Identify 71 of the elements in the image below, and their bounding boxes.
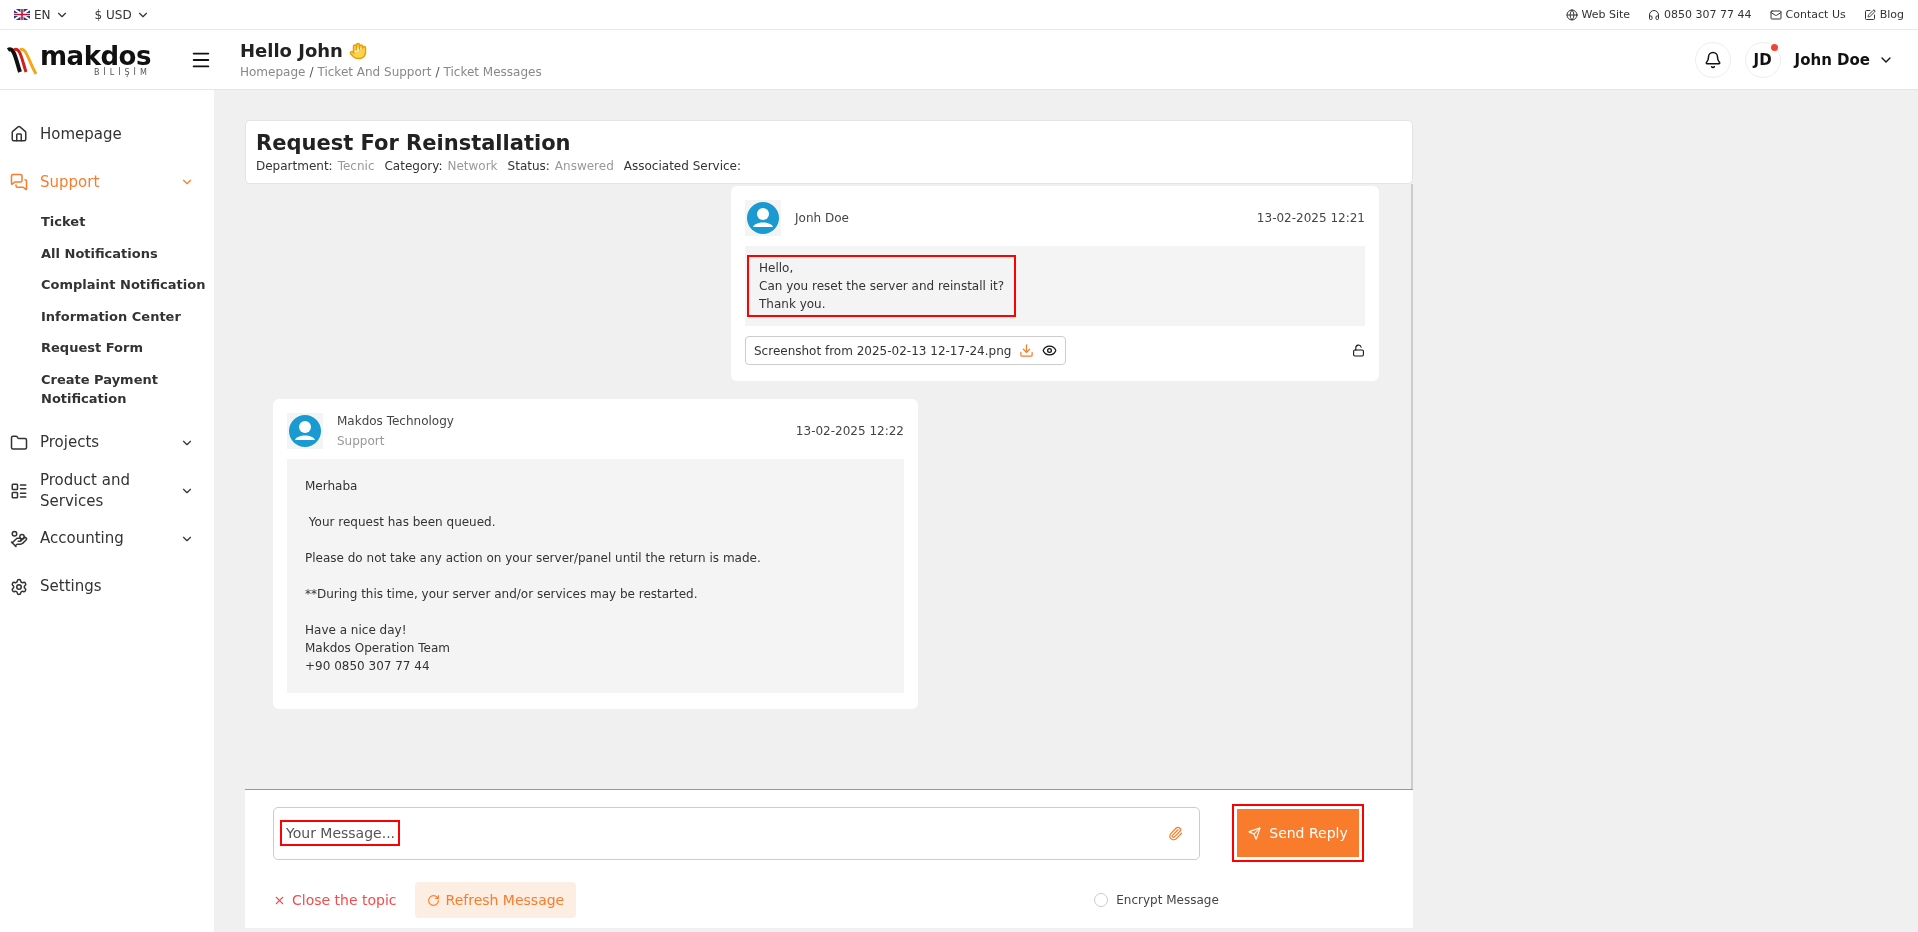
unlocked-padlock-icon bbox=[1352, 344, 1365, 357]
message-text: Merhaba Your request has been queued. Please do not take any action on your server/panel until the return is made. **During this time, your server and/or services may be restarted. Have a nice day! Makdos Operation Team +90 0850 307 77 44 bbox=[304, 478, 762, 675]
meta-value: Answered bbox=[554, 159, 614, 173]
message-time: 13-02-2025 12:22 bbox=[795, 424, 904, 438]
settings-icon bbox=[10, 577, 28, 596]
avatar-icon bbox=[287, 413, 323, 449]
top-link[interactable]: 0850 307 77 44 bbox=[1648, 8, 1752, 21]
paperclip-icon bbox=[1168, 825, 1183, 841]
download-icon bbox=[1019, 343, 1035, 358]
sidebar-item[interactable]: Projects bbox=[0, 418, 214, 467]
breadcrumb-separator: / bbox=[309, 65, 314, 79]
greeting: Hello John bbox=[240, 40, 343, 61]
sidebar-item[interactable]: Homepage bbox=[0, 110, 214, 158]
top-link[interactable]: Web Site bbox=[1565, 8, 1631, 21]
notification-button[interactable] bbox=[1694, 41, 1731, 78]
breadcrumb-link[interactable]: Ticket And Support bbox=[317, 65, 432, 79]
meta-label: Associated Service: bbox=[623, 159, 742, 173]
sidebar-subitem[interactable]: Request Form bbox=[41, 332, 214, 364]
sidebar-item[interactable]: Accounting bbox=[0, 514, 214, 563]
attachment-name: Screenshot from 2025-02-13 12-17-24.png bbox=[754, 343, 1012, 358]
view-button[interactable] bbox=[1042, 343, 1058, 358]
meta-label: Status: bbox=[507, 159, 550, 173]
list-icon bbox=[10, 481, 28, 500]
language-selector[interactable]: EN bbox=[14, 7, 69, 22]
sidebar-subitem[interactable]: Information Center bbox=[41, 300, 214, 332]
message-field[interactable]: Your Message... bbox=[273, 806, 1200, 860]
home-icon bbox=[10, 125, 28, 143]
close-topic-button[interactable]: Close the topic bbox=[273, 892, 397, 908]
hand-coins-icon bbox=[10, 529, 28, 548]
breadcrumb-link[interactable]: Homepage bbox=[240, 65, 306, 79]
send-icon bbox=[1248, 826, 1262, 840]
top-link[interactable]: Contact Us bbox=[1769, 8, 1846, 21]
waving-hand-icon bbox=[348, 41, 367, 60]
encrypt-checkbox[interactable]: Encrypt Message bbox=[1094, 893, 1219, 907]
bell-icon bbox=[1703, 50, 1722, 69]
author-name: Jonh Doe bbox=[795, 211, 850, 225]
meta-label: Category: bbox=[384, 159, 443, 173]
user-menu[interactable]: John Doe bbox=[1794, 50, 1894, 69]
ticket-title: Request For Reinstallation bbox=[256, 131, 572, 155]
attach-button[interactable] bbox=[1168, 825, 1183, 841]
sidebar-subitem[interactable]: Create Payment Notification bbox=[41, 363, 214, 415]
user-avatar[interactable]: JD bbox=[1744, 41, 1781, 78]
refresh-icon bbox=[426, 893, 440, 907]
breadcrumb-separator: / bbox=[435, 65, 440, 79]
folder-icon bbox=[10, 433, 28, 452]
sidebar-subitem[interactable]: All Notifications bbox=[41, 237, 214, 269]
mail-icon bbox=[1769, 8, 1782, 21]
globe-icon bbox=[1565, 8, 1578, 21]
sidebar-subitem[interactable]: Ticket bbox=[41, 206, 214, 238]
message-text: Hello, Can you reset the server and reinstall it? Thank you. bbox=[747, 255, 1017, 317]
chat-icon bbox=[10, 173, 28, 191]
sidebar-item[interactable]: Product and Services bbox=[0, 466, 214, 515]
meta-value: Tecnic bbox=[337, 159, 375, 173]
message-time: 13-02-2025 12:21 bbox=[1256, 211, 1365, 225]
author-role: Support bbox=[337, 434, 386, 448]
avatar-icon bbox=[745, 200, 781, 236]
sidebar-subitem[interactable]: Complaint Notification bbox=[41, 269, 214, 301]
headset-icon bbox=[1648, 8, 1661, 21]
sidebar-item[interactable]: Settings bbox=[0, 562, 214, 611]
author-name: Makdos Technology bbox=[337, 414, 455, 428]
edit-icon bbox=[1863, 8, 1876, 21]
eye-icon bbox=[1042, 343, 1058, 358]
currency-selector[interactable]: $ USD bbox=[94, 7, 150, 22]
download-button[interactable] bbox=[1019, 343, 1035, 358]
meta-value: Network bbox=[447, 159, 498, 173]
flag-icon bbox=[14, 9, 30, 20]
logo-tagline: BİLİŞİM bbox=[93, 68, 151, 77]
breadcrumb-link[interactable]: Ticket Messages bbox=[443, 65, 542, 79]
message-input[interactable]: Your Message... bbox=[280, 820, 400, 846]
top-link[interactable]: Blog bbox=[1863, 8, 1904, 21]
meta-label: Department: bbox=[256, 159, 333, 173]
